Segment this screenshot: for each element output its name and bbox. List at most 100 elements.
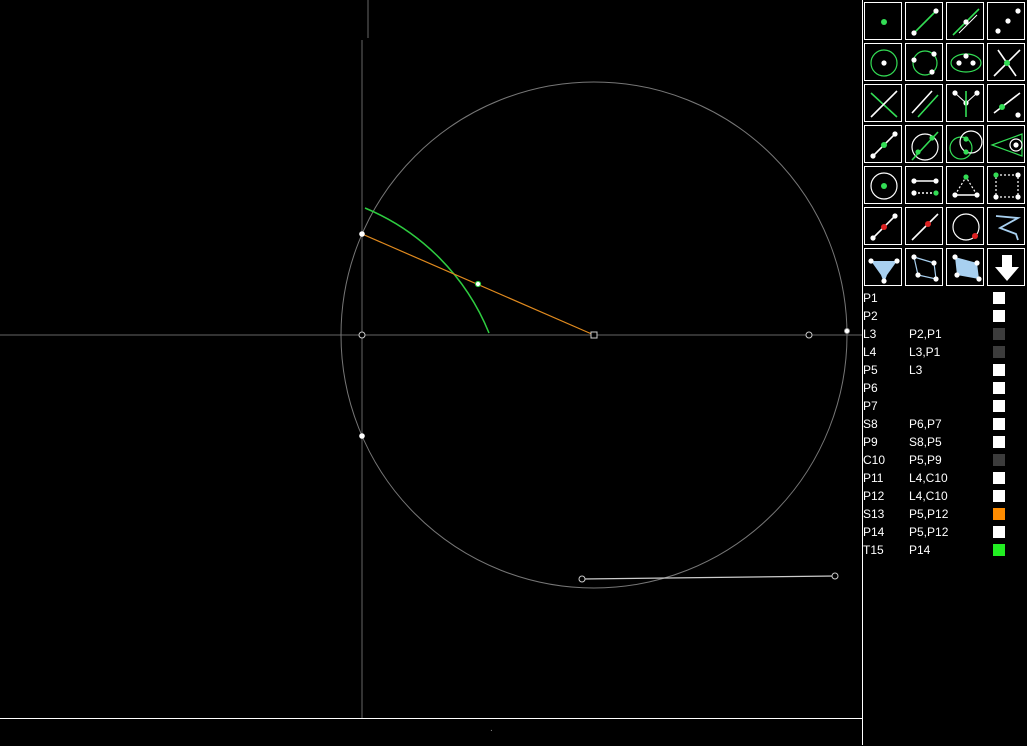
object-row[interactable]: C10 P5,P9 xyxy=(863,451,1027,469)
line-through-point-tool-button[interactable] xyxy=(946,2,984,40)
point-p11[interactable] xyxy=(359,433,365,439)
circle-line-tool-button[interactable] xyxy=(905,125,943,163)
object-dependencies: L4,C10 xyxy=(909,489,948,503)
segment-s8[interactable] xyxy=(581,575,836,580)
circle-circle-tool-button[interactable] xyxy=(946,125,984,163)
object-row[interactable]: P11 L4,C10 xyxy=(863,469,1027,487)
object-dependencies: L4,C10 xyxy=(909,471,948,485)
point-on-circle-tool-icon xyxy=(952,213,980,241)
command-text: . xyxy=(490,723,493,734)
point-p5[interactable] xyxy=(590,331,598,339)
tangent-tool-button[interactable] xyxy=(987,125,1025,163)
line-through-point-tool-icon xyxy=(952,8,980,36)
triangle-tool-button[interactable] xyxy=(946,166,984,204)
arc-t15[interactable] xyxy=(364,207,490,334)
object-color-swatch[interactable] xyxy=(993,544,1005,556)
object-row[interactable]: P7 xyxy=(863,397,1027,415)
point-p6[interactable] xyxy=(578,575,586,583)
drawing-canvas[interactable] xyxy=(0,0,862,745)
object-row[interactable]: P5 L3 xyxy=(863,361,1027,379)
circle-center-tool-button[interactable] xyxy=(864,43,902,81)
command-line[interactable]: . xyxy=(0,718,862,746)
curve-tool-button[interactable] xyxy=(987,207,1025,245)
object-row[interactable]: L4 L3,P1 xyxy=(863,343,1027,361)
object-name: P9 xyxy=(863,435,878,449)
object-color-swatch[interactable] xyxy=(993,346,1005,358)
parallel-tool-icon xyxy=(911,90,939,118)
download-arrow-icon xyxy=(995,255,1019,281)
point-tool-button[interactable] xyxy=(864,2,902,40)
point-p2[interactable] xyxy=(358,331,366,339)
object-row[interactable]: P9 S8,P5 xyxy=(863,433,1027,451)
point-p1[interactable] xyxy=(805,331,813,339)
object-color-swatch[interactable] xyxy=(993,490,1005,502)
geometry-svg[interactable] xyxy=(0,0,862,745)
object-color-swatch[interactable] xyxy=(993,292,1005,304)
object-dependencies: P5,P9 xyxy=(909,453,942,467)
perpendicular-tool-button[interactable] xyxy=(864,84,902,122)
point-on-segment-tool-button[interactable] xyxy=(864,207,902,245)
circle-point-tool-button[interactable] xyxy=(864,166,902,204)
object-dependencies: S8,P5 xyxy=(909,435,942,449)
object-color-swatch[interactable] xyxy=(993,364,1005,376)
object-color-swatch[interactable] xyxy=(993,472,1005,484)
object-row[interactable]: P6 xyxy=(863,379,1027,397)
angle-bisector-tool-button[interactable] xyxy=(946,84,984,122)
object-color-swatch[interactable] xyxy=(993,526,1005,538)
object-color-swatch[interactable] xyxy=(993,400,1005,412)
circle-three-points-tool-icon xyxy=(911,50,938,76)
parallel-tool-button[interactable] xyxy=(905,84,943,122)
object-color-swatch[interactable] xyxy=(993,328,1005,340)
object-name: S8 xyxy=(863,417,878,431)
object-row[interactable]: L3 P2,P1 xyxy=(863,325,1027,343)
object-dependencies: L3,P1 xyxy=(909,345,941,359)
object-row[interactable]: S8 P6,P7 xyxy=(863,415,1027,433)
polygon-tool-icon xyxy=(952,254,982,282)
cone-tool-button[interactable] xyxy=(864,248,902,286)
circle-three-points-tool-button[interactable] xyxy=(905,43,943,81)
point-p7[interactable] xyxy=(831,572,839,580)
segment-length-tool-button[interactable] xyxy=(905,166,943,204)
object-color-swatch[interactable] xyxy=(993,436,1005,448)
angle-bisector-tool-icon xyxy=(952,90,980,117)
point-on-segment-tool-icon xyxy=(870,213,898,241)
intersection-tool-icon xyxy=(993,49,1021,77)
rectangle-tool-icon xyxy=(993,172,1021,200)
polygon-tool-button[interactable] xyxy=(946,248,984,286)
tool-palette xyxy=(864,2,1027,288)
two-points-tool-button[interactable] xyxy=(987,2,1025,40)
line-tool-button[interactable] xyxy=(905,2,943,40)
polyline-tool-icon xyxy=(911,254,939,282)
object-row[interactable]: T15 P14 xyxy=(863,541,1027,559)
object-row[interactable]: S13 P5,P12 xyxy=(863,505,1027,523)
object-name: C10 xyxy=(863,453,886,467)
point-p12[interactable] xyxy=(359,231,365,237)
download-arrow-button[interactable] xyxy=(987,248,1025,286)
object-row[interactable]: P14 P5,P12 xyxy=(863,523,1027,541)
object-name: P12 xyxy=(863,489,885,503)
point-on-circle-tool-button[interactable] xyxy=(946,207,984,245)
object-color-swatch[interactable] xyxy=(993,454,1005,466)
rectangle-tool-button[interactable] xyxy=(987,166,1025,204)
object-name: L3 xyxy=(863,327,877,341)
object-dependencies: P6,P7 xyxy=(909,417,942,431)
line-point-tool-button[interactable] xyxy=(987,84,1025,122)
object-name: P14 xyxy=(863,525,885,539)
intersection-tool-button[interactable] xyxy=(987,43,1025,81)
ellipse-tool-button[interactable] xyxy=(946,43,984,81)
object-color-swatch[interactable] xyxy=(993,508,1005,520)
circle-point-tool-icon xyxy=(870,172,898,200)
object-row[interactable]: P12 L4,C10 xyxy=(863,487,1027,505)
object-color-swatch[interactable] xyxy=(993,310,1005,322)
object-row[interactable]: P1 xyxy=(863,289,1027,307)
point-on-line-tool-button[interactable] xyxy=(905,207,943,245)
polyline-tool-button[interactable] xyxy=(905,248,943,286)
object-row[interactable]: P2 xyxy=(863,307,1027,325)
midpoint-tool-button[interactable] xyxy=(864,125,902,163)
point-p9[interactable] xyxy=(844,327,851,334)
object-name: S13 xyxy=(863,507,885,521)
point-p14[interactable] xyxy=(474,280,482,288)
object-color-swatch[interactable] xyxy=(993,418,1005,430)
object-color-swatch[interactable] xyxy=(993,382,1005,394)
segment-length-tool-icon xyxy=(911,178,939,196)
